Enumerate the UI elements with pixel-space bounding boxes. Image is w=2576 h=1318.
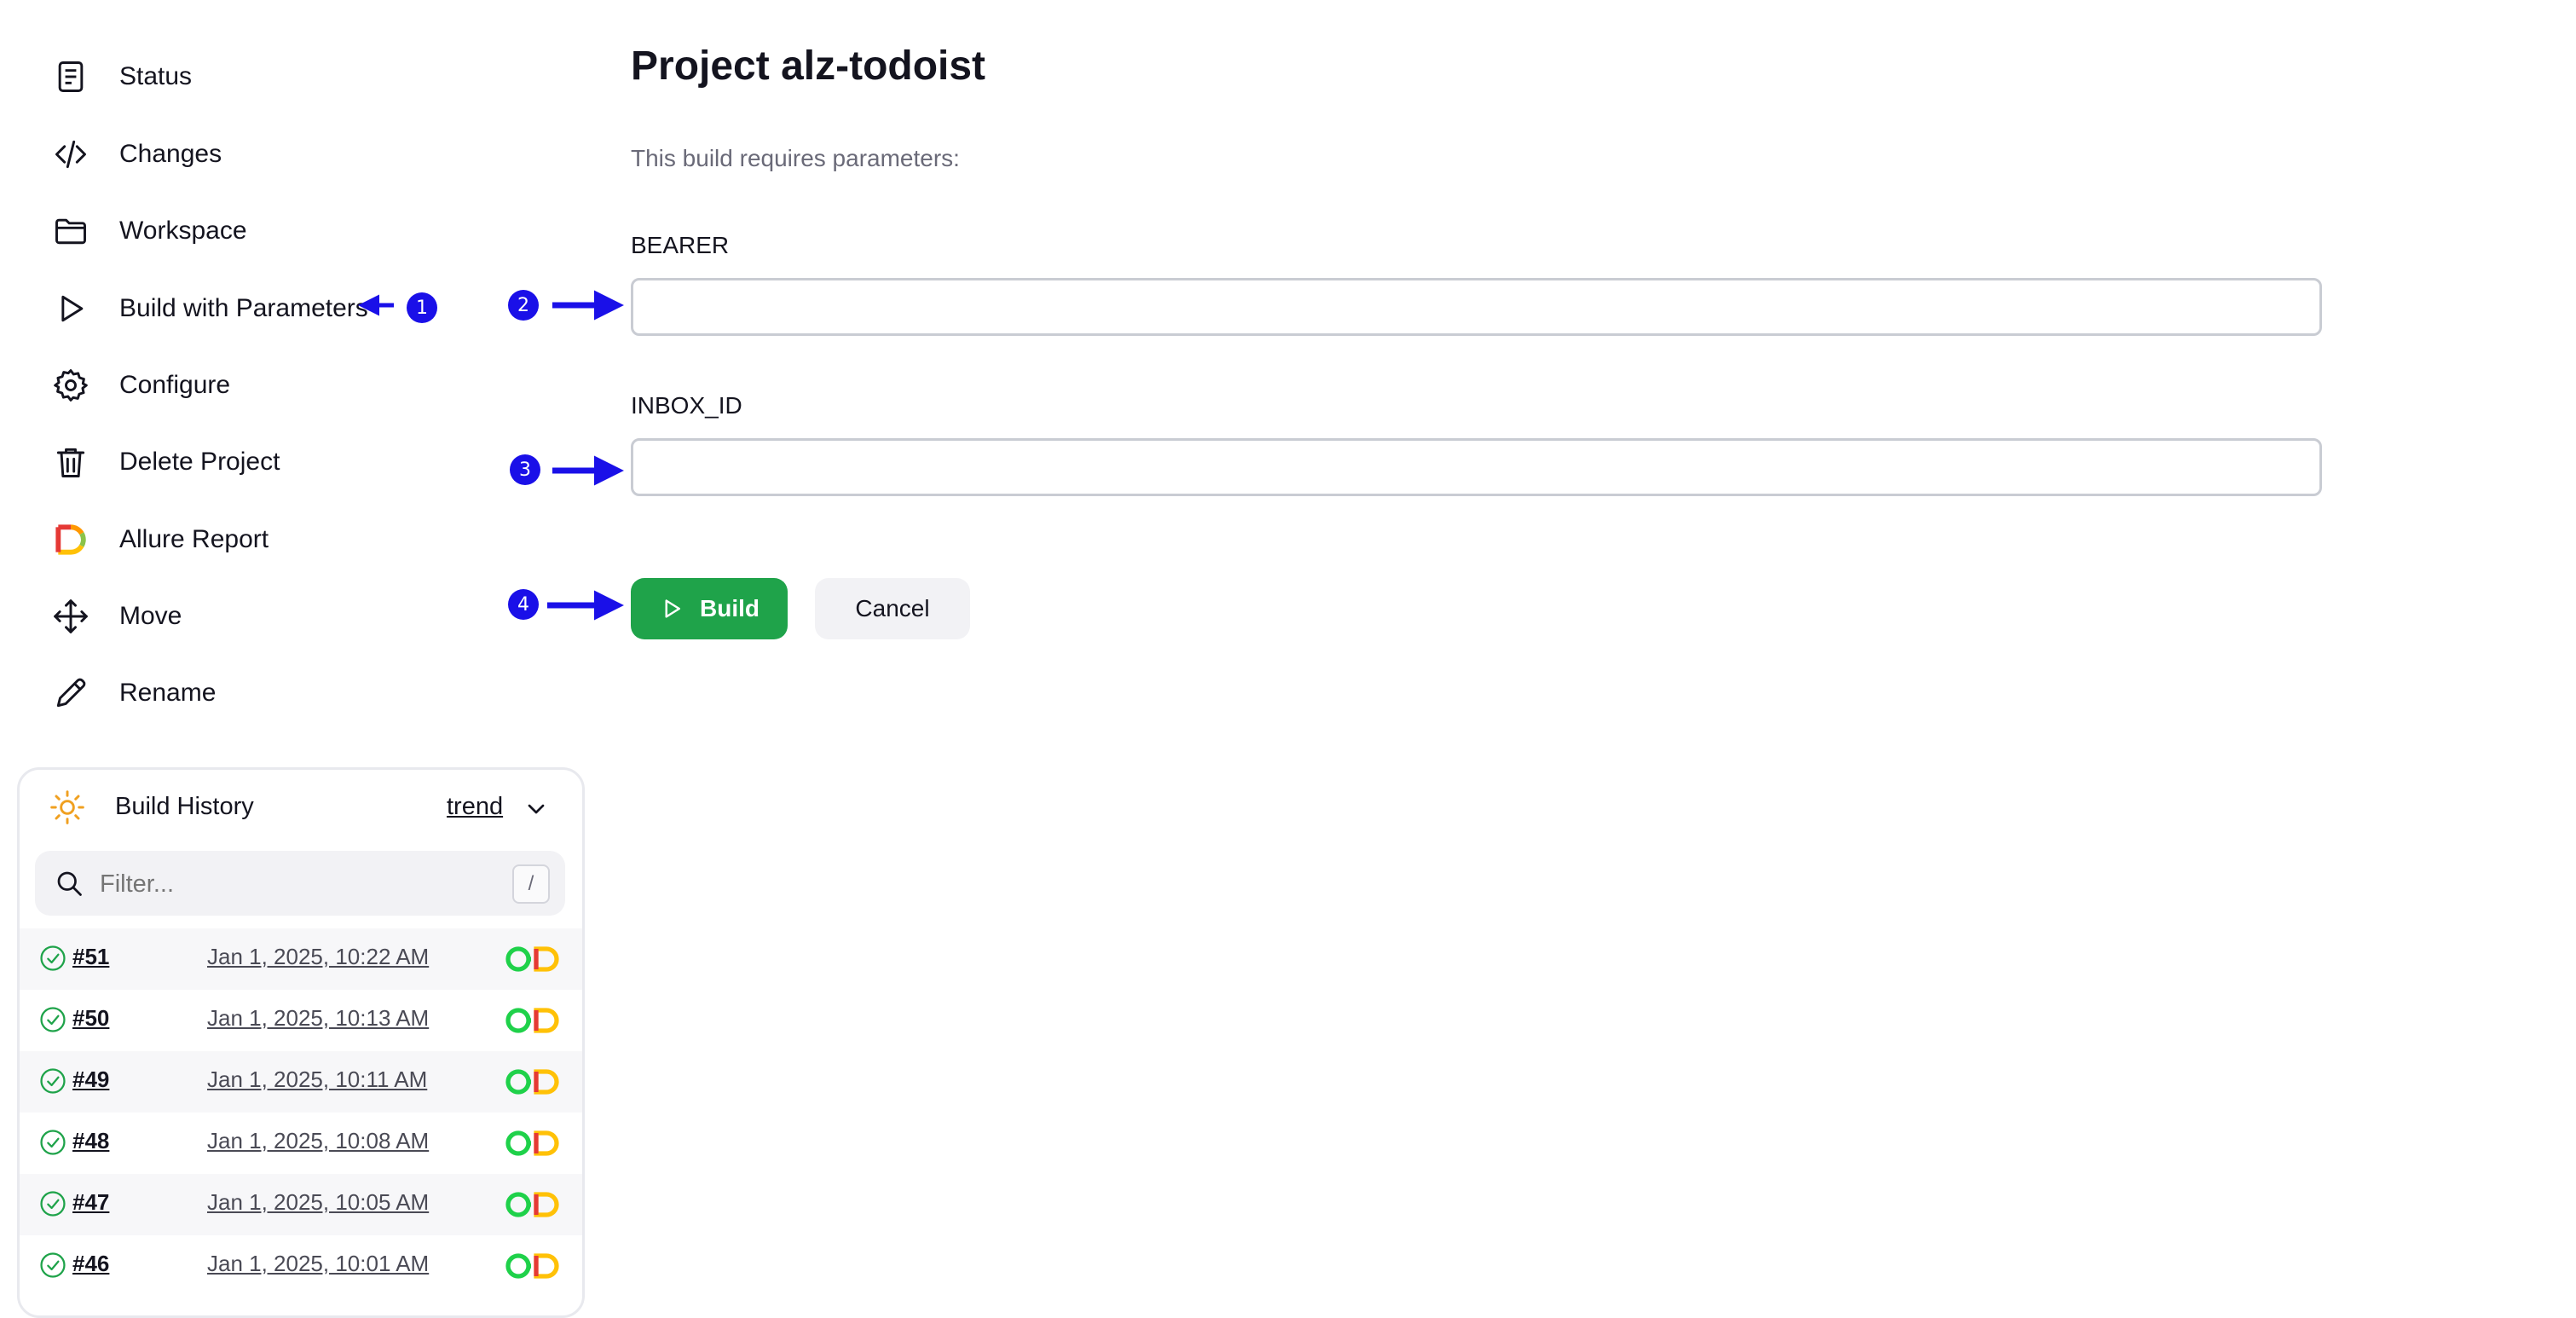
annotation-badge-3: 3: [510, 454, 540, 485]
annotation-arrows: [358, 290, 624, 621]
annotation-badge-2: 2: [508, 290, 539, 321]
annotation-badge-1: 1: [407, 292, 437, 323]
annotation-badge-4: 4: [508, 589, 539, 620]
